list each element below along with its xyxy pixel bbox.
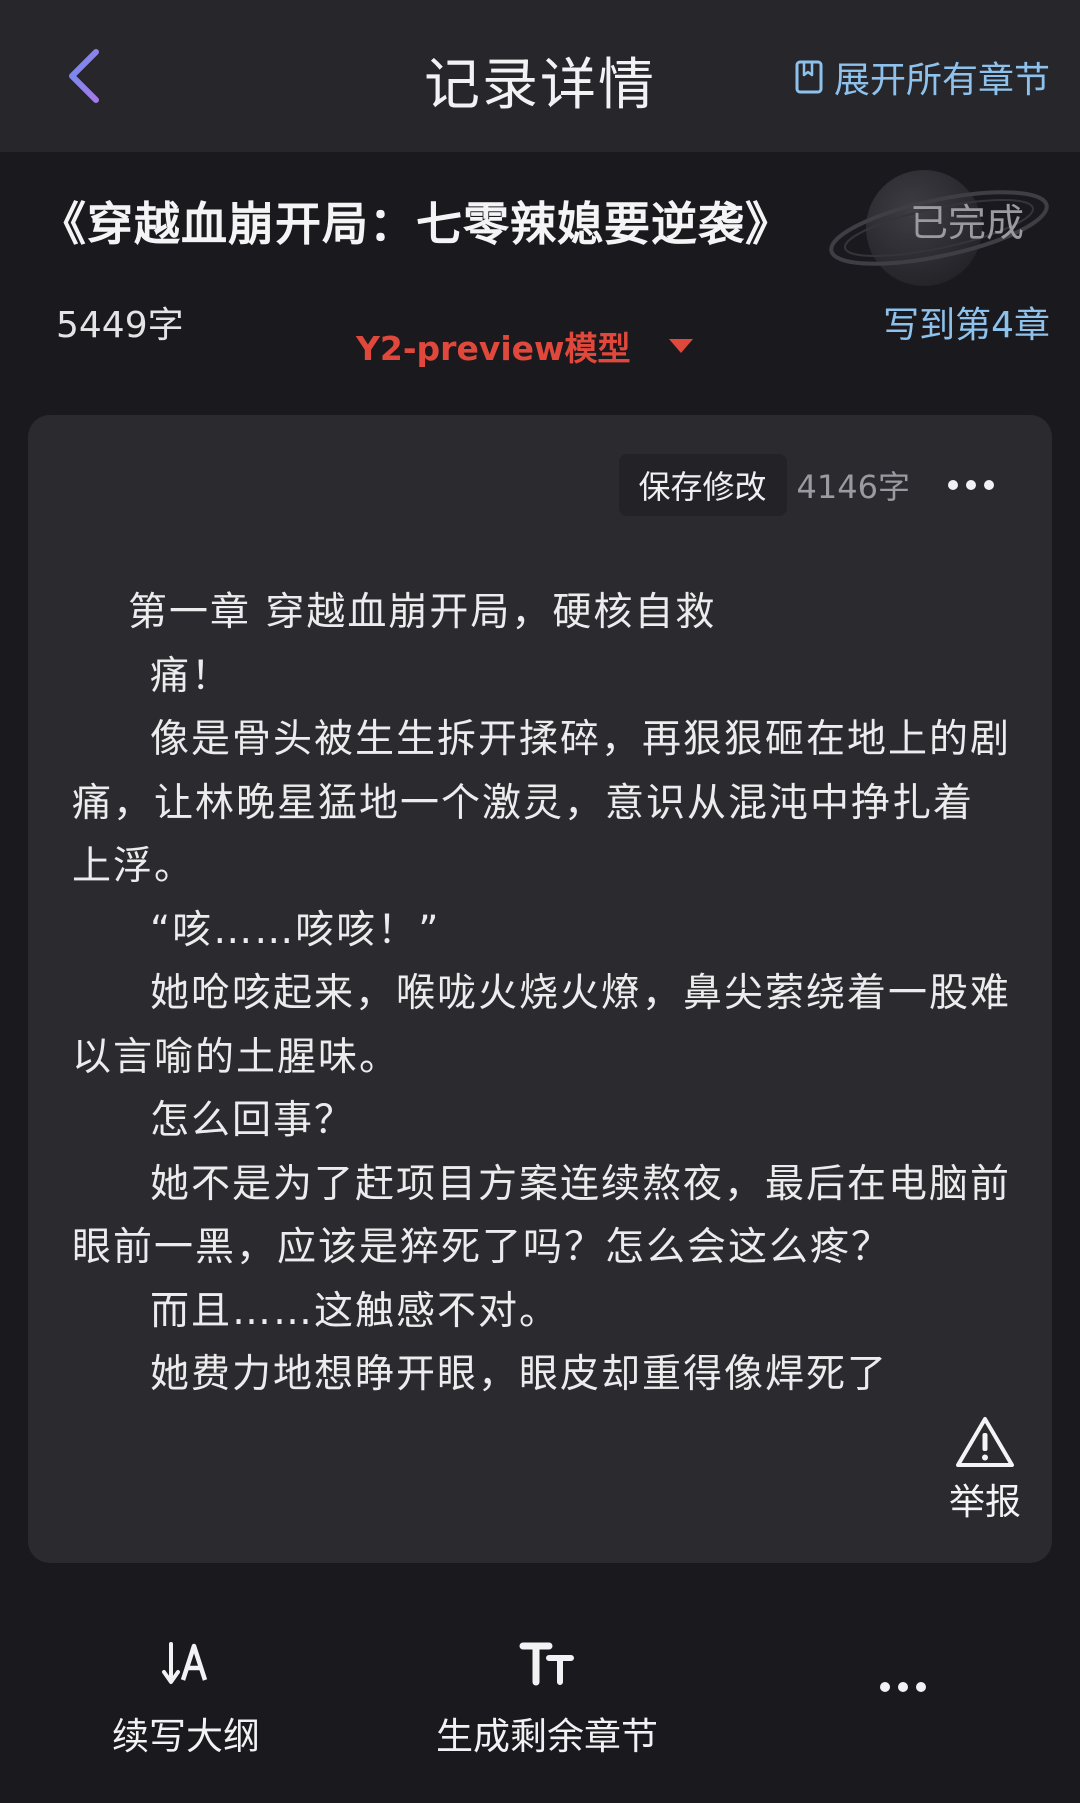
- paragraph: “咳……咳咳！”: [150, 907, 441, 953]
- book-icon: [795, 60, 823, 94]
- warning-triangle-icon: [956, 1417, 1014, 1467]
- total-word-count: 5449字: [56, 305, 184, 346]
- continue-outline-label: 续写大纲: [112, 1715, 260, 1758]
- sort-arrow-a-icon: [162, 1642, 208, 1684]
- paragraph: 而且……这触感不对。: [150, 1288, 561, 1334]
- generate-remaining-label: 生成剩余章节: [436, 1715, 658, 1758]
- generate-remaining-button[interactable]: 生成剩余章节: [436, 1640, 658, 1760]
- report-label: 举报: [948, 1482, 1021, 1523]
- bottom-action-bar: 续写大纲 生成剩余章节: [0, 1610, 1080, 1770]
- paragraph: 像是骨头被生生拆开揉碎，再狠狠砸在地上的剧痛，让林晚星猛地一个激灵，意识从混沌中…: [72, 717, 1012, 889]
- chapter-editor-card: 保存修改 4146字 第一章 穿越血崩开局，硬核自救 痛！ 像是骨头被生生拆开揉…: [28, 415, 1052, 1563]
- model-selector[interactable]: Y2-preview模型: [356, 322, 695, 370]
- top-bar: 记录详情 展开所有章节: [0, 0, 1080, 152]
- paragraph: 痛！: [150, 653, 233, 699]
- more-dot-icon: [880, 1682, 890, 1692]
- more-dot-icon: [966, 480, 976, 490]
- continue-outline-button[interactable]: 续写大纲: [112, 1640, 260, 1760]
- chapter-heading: 第一章 穿越血崩开局，硬核自救: [128, 590, 717, 635]
- paragraph: 她不是为了赶项目方案连续熬夜，最后在电脑前眼前一黑，应该是猝死了吗？怎么会这么疼…: [72, 1161, 1012, 1271]
- report-button[interactable]: 举报: [910, 1415, 1060, 1525]
- chapter-word-count: 4146字: [796, 468, 910, 506]
- expand-all-chapters-button[interactable]: 展开所有章节: [794, 52, 1050, 102]
- status-badge: 已完成: [909, 201, 1024, 245]
- editor-toolbar: 保存修改 4146字: [618, 454, 994, 516]
- paragraph: 她费力地想睁开眼，眼皮却重得像焊死了: [150, 1352, 889, 1397]
- expand-all-chapters-label: 展开所有章节: [833, 60, 1050, 101]
- more-options-button[interactable]: [948, 470, 994, 500]
- more-dot-icon: [984, 480, 994, 490]
- model-label: Y2-preview模型: [356, 329, 631, 368]
- more-dot-icon: [948, 480, 958, 490]
- save-changes-button[interactable]: 保存修改: [618, 454, 787, 516]
- written-chapter-progress[interactable]: 写到第4章: [883, 296, 1050, 348]
- book-title: 《穿越血崩开局：七零辣媳要逆袭》: [40, 197, 792, 251]
- paragraph: 怎么回事？: [150, 1098, 356, 1143]
- text-size-icon: [519, 1642, 574, 1686]
- chapter-text[interactable]: 第一章 穿越血崩开局，硬核自救 痛！ 像是骨头被生生拆开揉碎，再狠狠砸在地上的剧…: [72, 581, 1012, 1407]
- bottom-more-button[interactable]: [880, 1682, 926, 1692]
- more-dot-icon: [916, 1682, 926, 1692]
- more-dot-icon: [898, 1682, 908, 1692]
- paragraph: 她呛咳起来，喉咙火烧火燎，鼻尖萦绕着一股难以言喻的土腥味。: [72, 971, 1012, 1080]
- caret-down-icon: [668, 339, 693, 353]
